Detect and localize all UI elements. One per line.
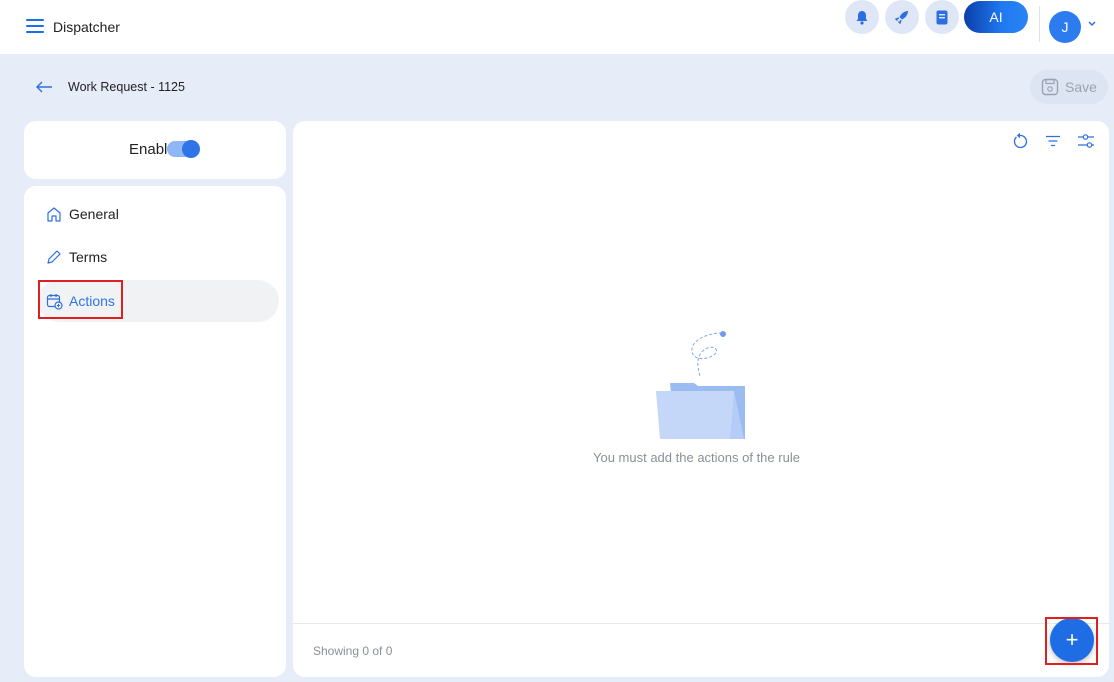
- ai-button[interactable]: AI: [964, 1, 1028, 33]
- filter-icon[interactable]: [1045, 135, 1061, 147]
- toggle-knob: [182, 140, 200, 158]
- refresh-icon[interactable]: [1011, 132, 1029, 151]
- save-button[interactable]: Save: [1030, 70, 1108, 104]
- page-title: Work Request - 1125: [68, 80, 185, 94]
- highlight-box-actions: [38, 280, 123, 319]
- sidebar-nav: General Terms Actions: [24, 186, 286, 677]
- back-arrow-icon[interactable]: [35, 80, 53, 94]
- pagination-status: Showing 0 of 0: [313, 644, 393, 658]
- highlight-box-add: [1045, 617, 1098, 665]
- top-bar: Dispatcher AI J: [0, 0, 1114, 54]
- save-icon: [1041, 78, 1059, 96]
- pencil-icon: [47, 250, 61, 264]
- app-title: Dispatcher: [53, 19, 120, 35]
- document-icon: [936, 10, 948, 24]
- menu-icon[interactable]: [26, 18, 44, 34]
- documents-button[interactable]: [925, 0, 959, 34]
- notifications-button[interactable]: [845, 0, 879, 34]
- sidebar-item-terms[interactable]: Terms: [38, 236, 279, 278]
- launch-button[interactable]: [885, 0, 919, 34]
- rocket-icon: [894, 11, 908, 25]
- bell-icon: [856, 10, 868, 25]
- sidebar-item-general[interactable]: General: [38, 193, 279, 235]
- enabled-toggle[interactable]: [167, 140, 200, 158]
- divider: [1039, 6, 1040, 42]
- home-icon: [47, 207, 61, 222]
- footer-divider: [293, 623, 1109, 624]
- user-avatar[interactable]: J: [1049, 11, 1081, 43]
- sidebar-item-label: Terms: [69, 249, 108, 265]
- chevron-down-icon[interactable]: [1087, 20, 1097, 28]
- sidebar-item-label: General: [69, 206, 119, 222]
- empty-folder-illustration: [656, 331, 745, 439]
- empty-state-message: You must add the actions of the rule: [593, 450, 800, 465]
- settings-sliders-icon[interactable]: [1077, 132, 1095, 150]
- save-label: Save: [1065, 79, 1097, 95]
- status-panel: Enabled: [24, 121, 286, 179]
